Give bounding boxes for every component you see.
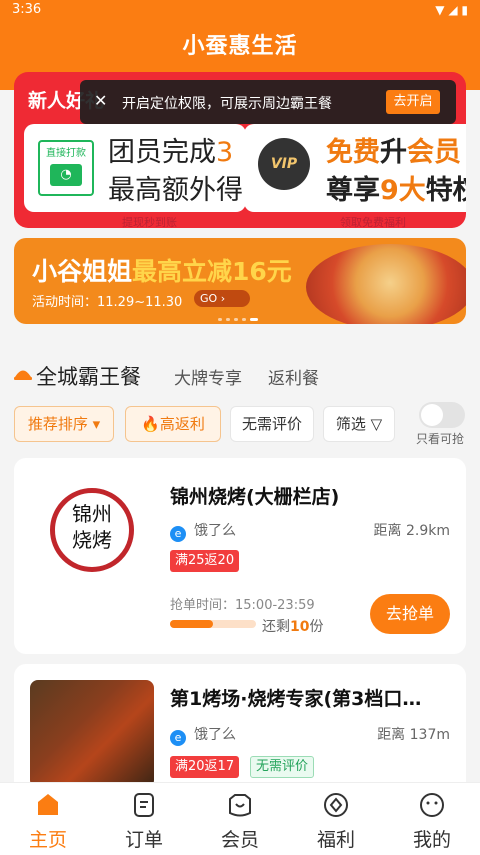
app-title: 小蚕惠生活	[182, 34, 298, 59]
activity-banner[interactable]: 小谷姐姐最高立减16元 活动时间：11.29~11.30 GO ›	[14, 238, 466, 324]
sort-dropdown[interactable]: 推荐排序 ▾	[14, 406, 114, 442]
carousel-indicator	[218, 316, 268, 322]
grab-time: 抢单时间：15:00-23:59	[170, 598, 315, 613]
store-card[interactable]: 锦州烧烤 锦州烧烤(大栅栏店) e 饿了么 距离 2.9km 满25返20 抢单时…	[14, 458, 466, 654]
order-icon	[134, 793, 154, 817]
rebate-tag: 满20返17	[170, 756, 240, 778]
nav-welfare[interactable]: 福利	[288, 783, 384, 855]
food-cover-icon	[14, 370, 32, 380]
distance: 距离 137m	[377, 727, 450, 743]
status-time: 3:36	[12, 2, 42, 17]
arrow-right-icon: ›	[220, 292, 226, 305]
banner-title: 小谷姐姐最高立减16元	[32, 257, 292, 286]
store-logo: 锦州烧烤	[50, 488, 134, 572]
filter-button[interactable]: 筛选 ▽	[323, 406, 395, 442]
store-card[interactable]: 第1烤场·烧烤专家(第3档口… e 饿了么 距离 137m 满20返17 无需评价	[14, 664, 466, 794]
close-icon[interactable]: ✕	[94, 91, 107, 110]
nav-orders[interactable]: 订单	[96, 783, 192, 855]
no-review-tag: 无需评价	[250, 756, 315, 778]
toast-message: 开启定位权限，可展示周边霸王餐	[122, 96, 332, 112]
store-name: 锦州烧烤(大栅栏店)	[170, 486, 340, 508]
welfare-icon	[324, 793, 348, 817]
bottom-nav: 主页 订单 会员 福利 我的	[0, 782, 480, 855]
store-photo	[30, 680, 154, 788]
eleme-icon: e	[170, 730, 186, 746]
wechat-pay-label: 直接打款	[46, 148, 86, 159]
promo-card-line2: 尊享9大特权	[326, 175, 466, 206]
location-permission-toast: ✕ 开启定位权限，可展示周边霸王餐 去开启	[80, 80, 456, 124]
nav-home[interactable]: 主页	[0, 783, 96, 855]
store-logo-text: 锦州烧烤	[72, 502, 112, 552]
tab-city-meals[interactable]: 全城霸王餐	[36, 361, 141, 391]
profile-icon	[420, 793, 444, 817]
tab-rebate-meals[interactable]: 返利餐	[268, 364, 319, 389]
stock-progress	[170, 620, 256, 628]
wifi-icon: ▼	[435, 3, 445, 17]
promo-card-rebate[interactable]: 直接打款 ◔ 团员完成3 最高额外得	[24, 124, 246, 212]
promo-sub-vip: 领取免费福利	[340, 216, 406, 228]
caret-down-icon: ▾	[92, 415, 101, 433]
wechat-logo-icon: ◔	[50, 164, 82, 186]
store-name: 第1烤场·烧烤专家(第3档口…	[170, 688, 422, 710]
battery-icon: ▮	[461, 3, 468, 17]
status-icons: ▼ ◢ ▮	[435, 3, 468, 17]
nav-profile[interactable]: 我的	[384, 783, 480, 855]
enable-location-button[interactable]: 去开启	[386, 90, 440, 114]
signal-icon: ◢	[448, 3, 458, 17]
nav-label: 主页	[28, 829, 67, 851]
banner-time: 活动时间：11.29~11.30	[32, 295, 183, 310]
promo-sub-rebate: 提现秒到账	[122, 216, 177, 228]
wechat-pay-icon: 直接打款 ◔	[38, 140, 94, 196]
promo-card-line1: 团员完成3	[108, 137, 234, 168]
no-review-chip[interactable]: 无需评价	[230, 406, 314, 442]
home-icon	[38, 794, 58, 815]
tab-brand-exclusive[interactable]: 大牌专享	[174, 364, 242, 389]
high-rebate-chip[interactable]: 🔥高返利	[125, 406, 221, 442]
promo-card-line2: 最高额外得	[108, 175, 243, 206]
remaining-count: 还剩10份	[262, 619, 324, 635]
toggle-label: 只看可抢	[416, 432, 465, 446]
platform: e 饿了么	[170, 724, 236, 746]
platform: e 饿了么	[170, 520, 236, 542]
nav-label: 福利	[316, 829, 355, 851]
stock-progress-fill	[170, 620, 213, 628]
rebate-tag: 满25返20	[170, 550, 240, 572]
status-bar: 3:36 ▼ ◢ ▮	[12, 2, 468, 18]
banner-food-image	[306, 244, 466, 324]
distance: 距离 2.9km	[373, 523, 450, 539]
funnel-icon: ▽	[370, 415, 383, 433]
toggle-knob	[421, 404, 443, 426]
member-icon	[229, 794, 251, 817]
banner-go-button[interactable]: GO ›	[194, 290, 250, 307]
available-only-toggle[interactable]	[419, 402, 465, 428]
vip-icon: VIP	[258, 138, 310, 190]
fire-icon: 🔥	[141, 415, 160, 433]
grab-order-button[interactable]: 去抢单	[370, 594, 450, 634]
nav-label: 我的	[412, 829, 451, 851]
nav-member[interactable]: 会员	[192, 783, 288, 855]
nav-label: 订单	[124, 829, 163, 851]
nav-label: 会员	[220, 829, 259, 851]
promo-card-vip[interactable]: VIP 免费升会员 尊享9大特权	[244, 124, 466, 212]
eleme-icon: e	[170, 526, 186, 542]
promo-card-line1: 免费升会员	[326, 137, 461, 168]
